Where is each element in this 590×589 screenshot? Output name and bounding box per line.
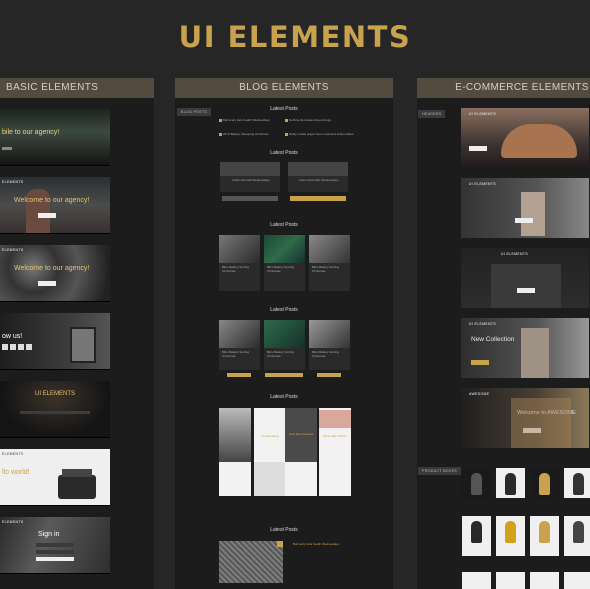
basic-elements-column: BASIC ELEMENTS bile to our agency! ELEME…: [0, 78, 154, 589]
blog-card-5-3[interactable]: New Era Vanessa: [285, 408, 317, 496]
product-box[interactable]: [496, 516, 525, 556]
ecommerce-thumb-5: AWESOME Welcome to AWESOME: [461, 388, 589, 448]
ecommerce-elements-column: E-COMMERCE ELEMENTS HEADERS UI ELEMENTS …: [417, 78, 590, 589]
blog-section-2-title: Latest Posts: [270, 150, 298, 156]
basic-thumb-hero-flowers: ELEMENTS Welcome to our agency!: [0, 245, 110, 302]
blog-section-4-title: Latest Posts: [270, 307, 298, 313]
blog-card-2-2-button[interactable]: [290, 196, 346, 201]
blog-card-3-1[interactable]: BE'e Battery Sorting Christmas: [219, 235, 260, 291]
basic-thumb-hero-forest: bile to our agency!: [0, 109, 110, 166]
blog-section-3-title: Latest Posts: [270, 222, 298, 228]
product-box[interactable]: [564, 572, 590, 589]
basic-thumb-ui-elements: UI ELEMENTS: [0, 381, 110, 438]
product-box[interactable]: [462, 572, 491, 589]
ecommerce-thumb-4: UI ELEMENTS New Collection: [461, 318, 589, 378]
blog-section-6-title: Latest Posts: [270, 527, 298, 533]
blog-card-5-1[interactable]: [219, 408, 251, 496]
blog-card-2-1[interactable]: Guilt cried Hat Wednesdays: [220, 162, 280, 201]
basic-thumb-follow-us: ow us!: [0, 313, 110, 370]
blog-card-3-2[interactable]: BE'e Battery Sorting Christmas: [264, 235, 305, 291]
headers-tag: HEADERS: [418, 110, 446, 118]
ecommerce-thumb-3: UI ELEMENTS: [461, 248, 589, 308]
blog-card-2-1-button[interactable]: [222, 196, 278, 201]
blog-card-4-1-button[interactable]: [227, 373, 251, 377]
blog-elements-header: BLOG ELEMENTS: [175, 78, 393, 98]
product-box[interactable]: [530, 572, 559, 589]
basic-thumb-hello-world: ELEMENTS llo world!: [0, 449, 110, 506]
basic-thumb-sign-in: ELEMENTS Sign in: [0, 517, 110, 574]
product-box[interactable]: [462, 468, 491, 498]
blog-card-3-3[interactable]: BE'e Battery Sorting Christmas: [309, 235, 350, 291]
blog-card-4-3-button[interactable]: [317, 373, 341, 377]
blog-elements-column: BLOG ELEMENTS BLOG POSTS Latest Posts Bu…: [175, 78, 393, 589]
blog-section-5-title: Latest Posts: [270, 394, 298, 400]
basic-elements-header: BASIC ELEMENTS: [0, 78, 154, 98]
basic-thumb-button[interactable]: [38, 213, 56, 218]
blog-section-1-title: Latest Posts: [270, 106, 298, 112]
product-box[interactable]: [530, 516, 559, 556]
product-boxes-tag: PRODUCT BOXES: [418, 467, 461, 475]
blog-card-4-2-button[interactable]: [265, 373, 303, 377]
basic-thumb-button-2[interactable]: [38, 281, 56, 286]
basic-thumb-hero-mountain: ELEMENTS Welcome to our agency!: [0, 177, 110, 234]
product-box[interactable]: [496, 468, 525, 498]
blog-card-2-2[interactable]: Does Guilt Hats Wednesdays: [288, 162, 348, 192]
product-box[interactable]: [564, 468, 590, 498]
blog-card-5-4[interactable]: Elina Sale Flicker: [319, 408, 351, 496]
ecommerce-elements-header: E-COMMERCE ELEMENTS: [417, 78, 590, 98]
ecommerce-thumb-1: UI ELEMENTS: [461, 108, 589, 168]
product-box[interactable]: [564, 516, 590, 556]
product-box[interactable]: [496, 572, 525, 589]
blog-card-4-3[interactable]: BE'e Battery Sorting Christmas: [309, 320, 350, 370]
product-box[interactable]: [462, 516, 491, 556]
ecommerce-thumb-2: UI ELEMENTS: [461, 178, 589, 238]
blog-card-4-2[interactable]: BE'e Battery Sorting Christmas: [264, 320, 305, 370]
product-box[interactable]: [530, 468, 559, 498]
blog-card-5-2[interactable]: Amelia Sang: [254, 408, 286, 496]
blog-card-6-image: [219, 541, 283, 583]
blog-card-4-1[interactable]: BE'e Battery Sorting Christmas: [219, 320, 260, 370]
page-title: UI ELEMENTS: [178, 20, 412, 54]
